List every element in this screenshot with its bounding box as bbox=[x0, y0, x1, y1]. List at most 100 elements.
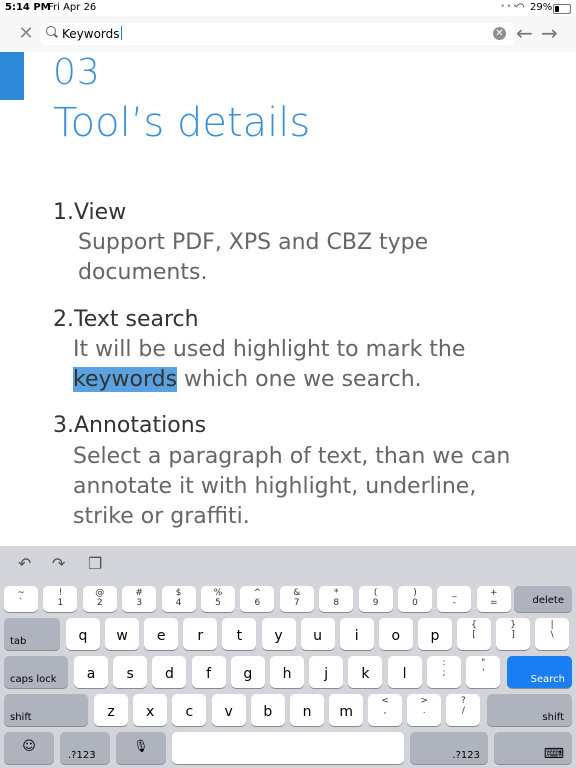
key-o[interactable]: o bbox=[378, 618, 413, 650]
key-[[interactable]: {[ bbox=[457, 618, 491, 650]
key-u[interactable]: u bbox=[300, 618, 335, 650]
status-time: 5:14 PM bbox=[5, 2, 51, 13]
key-0[interactable]: ) 0 bbox=[398, 586, 432, 612]
key-v[interactable]: v bbox=[211, 694, 246, 726]
key-label: shift bbox=[542, 712, 564, 723]
key-`[interactable]: ~ ` bbox=[4, 586, 38, 612]
key-label: t bbox=[236, 628, 243, 644]
key-k[interactable]: k bbox=[348, 656, 383, 688]
search-icon bbox=[46, 26, 56, 36]
key-9[interactable]: (9 bbox=[358, 586, 393, 612]
key-label: k bbox=[361, 666, 370, 682]
numbers-key-right[interactable]: .?123 bbox=[410, 732, 488, 764]
emoji-key[interactable]: ☺ bbox=[4, 732, 54, 764]
key-=[interactable]: + = bbox=[476, 586, 511, 612]
key-s[interactable]: s bbox=[113, 656, 148, 688]
key-.[interactable]: >. bbox=[407, 694, 442, 726]
key-1[interactable]: ! 1 bbox=[43, 586, 78, 612]
space-bar[interactable] bbox=[172, 732, 404, 764]
key-a[interactable]: a bbox=[74, 656, 108, 688]
key-j[interactable]: j bbox=[309, 656, 344, 688]
key-2[interactable]: @2 bbox=[82, 586, 117, 612]
key-char: 5 bbox=[215, 598, 221, 608]
key-4[interactable]: $4 bbox=[161, 586, 196, 612]
paste-icon[interactable]: ❐ bbox=[88, 554, 102, 573]
key-,[interactable]: <, bbox=[368, 694, 402, 726]
on-screen-keyboard: ↶ ↷ ❐ ~ `! 1 @2 #3 $4% 5 ^ 6 & 7 * 8(9) 0 _ - + = delete ta… bbox=[0, 546, 576, 768]
key-label: r bbox=[197, 628, 204, 644]
key-label: b bbox=[263, 704, 273, 720]
key-l[interactable]: l bbox=[387, 656, 422, 688]
undo-icon[interactable]: ↶ bbox=[18, 554, 31, 573]
text-line: annotate it with highlight, underline, bbox=[73, 474, 477, 499]
key-label: 🎙 bbox=[133, 739, 149, 753]
key-label: q bbox=[78, 628, 88, 644]
key-d[interactable]: d bbox=[152, 656, 187, 688]
key-r[interactable]: r bbox=[183, 618, 218, 650]
key-n[interactable]: n bbox=[290, 694, 324, 726]
key-7[interactable]: & 7 bbox=[279, 586, 314, 612]
key-8[interactable]: * 8 bbox=[319, 586, 354, 612]
key-'[interactable]: " ' bbox=[466, 656, 501, 688]
key-shift-char: : bbox=[442, 658, 446, 668]
key-p[interactable]: p bbox=[417, 618, 452, 650]
search-input[interactable]: Keywords ✕ bbox=[40, 23, 514, 45]
key-f[interactable]: f bbox=[191, 656, 226, 688]
key-char: 7 bbox=[293, 598, 300, 608]
next-result-icon[interactable]: → bbox=[541, 22, 558, 44]
clear-search-icon[interactable]: ✕ bbox=[493, 27, 506, 40]
key-char: ` bbox=[18, 598, 24, 608]
key-g[interactable]: g bbox=[230, 656, 265, 688]
key-label: o bbox=[391, 628, 401, 644]
key-\[interactable]: | \ bbox=[535, 618, 570, 650]
battery-percent: 29% bbox=[530, 2, 553, 13]
key-h[interactable]: h bbox=[270, 656, 304, 688]
item-heading: 3.Annotations bbox=[53, 413, 207, 438]
section-number: 03 bbox=[53, 52, 101, 93]
search-key[interactable]: Search bbox=[507, 656, 572, 688]
status-date: Fri Apr 26 bbox=[48, 2, 97, 13]
key-;[interactable]: :; bbox=[427, 656, 461, 688]
key-label: .?123 bbox=[452, 750, 480, 761]
key-][interactable]: }] bbox=[496, 618, 531, 650]
redo-icon[interactable]: ↷ bbox=[52, 554, 65, 573]
key--[interactable]: _ - bbox=[437, 586, 472, 612]
key-t[interactable]: t bbox=[222, 618, 257, 650]
key-w[interactable]: w bbox=[105, 618, 140, 650]
key-shift-char: ( bbox=[373, 588, 378, 598]
search-highlight: keywords bbox=[73, 367, 178, 392]
key-m[interactable]: m bbox=[329, 694, 364, 726]
item-heading: 1.View bbox=[53, 200, 127, 225]
tab-key[interactable]: tab bbox=[4, 618, 60, 650]
key-char: 4 bbox=[175, 598, 182, 608]
key-6[interactable]: ^ 6 bbox=[240, 586, 275, 612]
hide-keyboard-key[interactable]: ⌨ bbox=[494, 732, 572, 764]
key-c[interactable]: c bbox=[172, 694, 207, 726]
key-z[interactable]: z bbox=[94, 694, 128, 726]
key-shift-char: _ bbox=[452, 588, 457, 598]
key-b[interactable]: b bbox=[250, 694, 285, 726]
key-i[interactable]: i bbox=[339, 618, 374, 650]
key-e[interactable]: e bbox=[144, 618, 179, 650]
key-q[interactable]: q bbox=[66, 618, 100, 650]
dictation-key[interactable]: 🎙 bbox=[116, 732, 166, 764]
key-y[interactable]: y bbox=[261, 618, 296, 650]
caps-lock-key[interactable]: caps lock bbox=[4, 656, 68, 688]
text-line: Support PDF, XPS and CBZ type bbox=[78, 230, 429, 255]
key-label: y bbox=[274, 628, 283, 644]
key-shift-char: } bbox=[510, 620, 516, 630]
key-char: = bbox=[490, 598, 498, 608]
key-/[interactable]: ? / bbox=[446, 694, 481, 726]
shift-left-key[interactable]: shift bbox=[4, 694, 88, 726]
numbers-key-left[interactable]: .?123 bbox=[60, 732, 110, 764]
key-label: tab bbox=[10, 636, 27, 647]
key-5[interactable]: % 5 bbox=[201, 586, 235, 612]
key-3[interactable]: #3 bbox=[122, 586, 157, 612]
shift-right-key[interactable]: shift bbox=[487, 694, 572, 726]
previous-result-icon[interactable]: ← bbox=[516, 22, 533, 44]
close-icon[interactable]: ✕ bbox=[16, 24, 36, 44]
key-label: a bbox=[86, 666, 96, 682]
key-x[interactable]: x bbox=[133, 694, 168, 726]
delete-key[interactable]: delete bbox=[514, 586, 572, 612]
key-shift-char: ? bbox=[461, 696, 466, 706]
